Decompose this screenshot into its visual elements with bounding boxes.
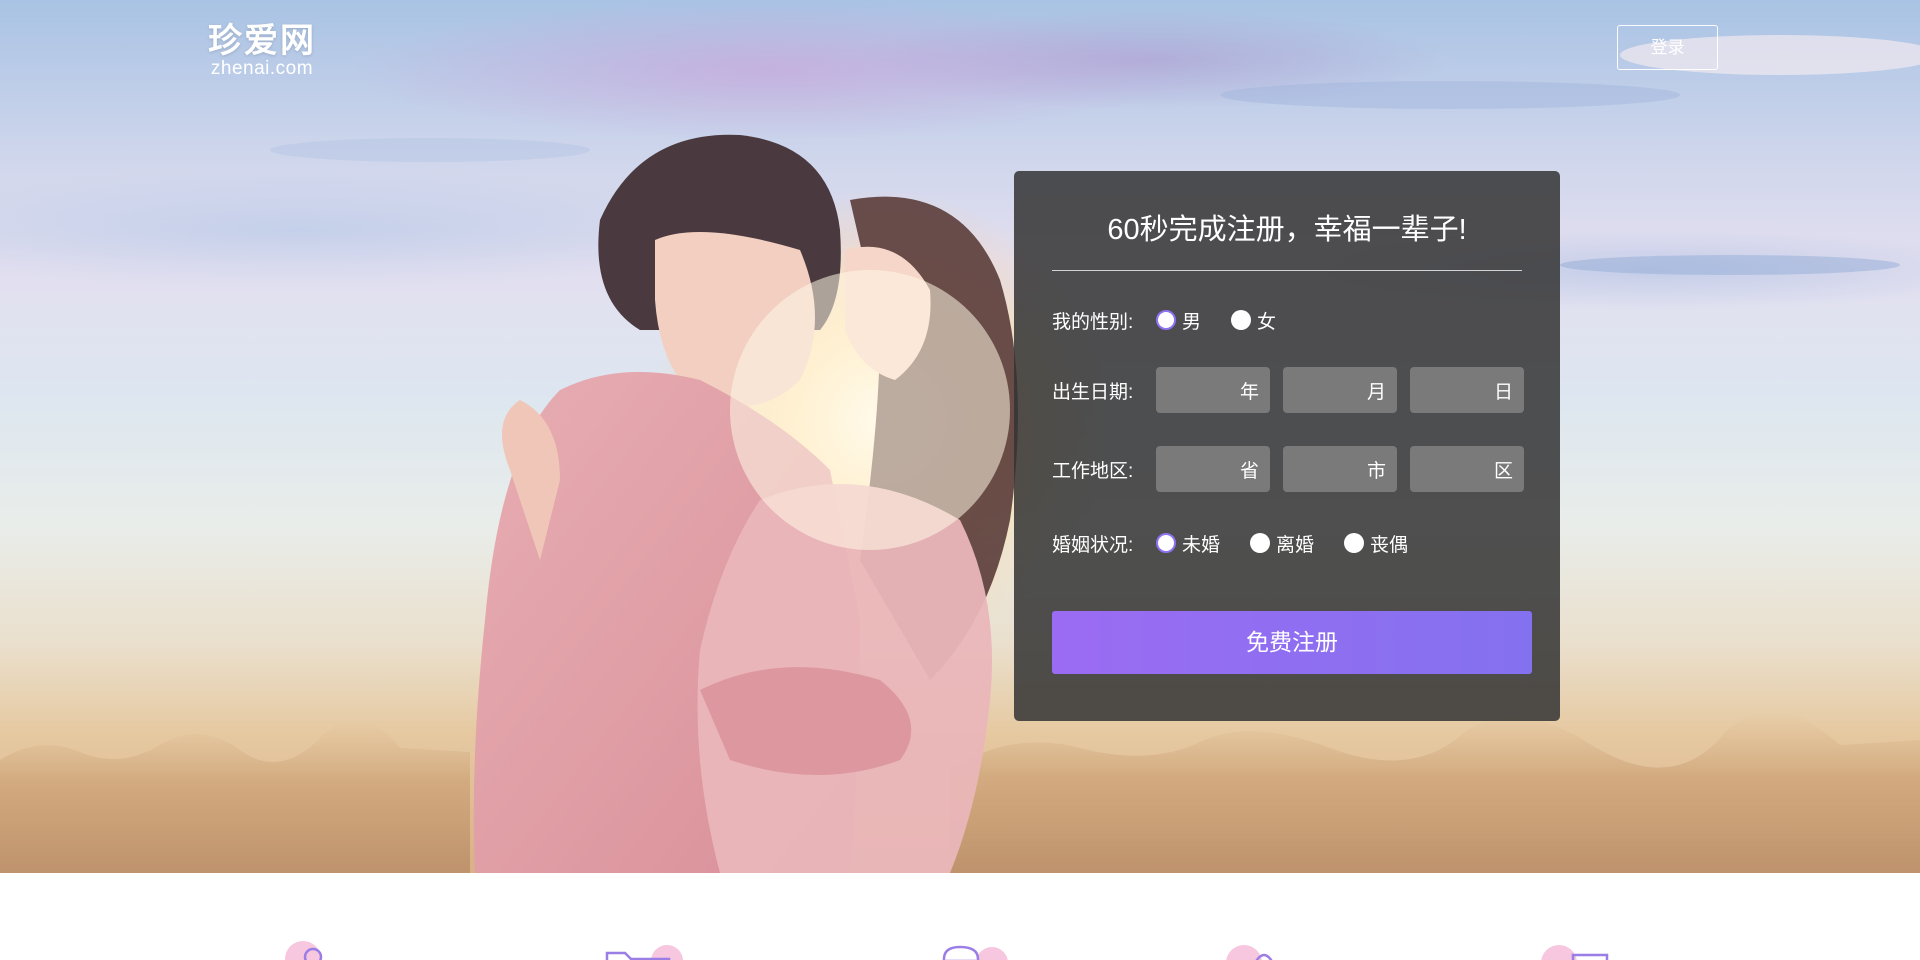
lotus-icon — [1226, 945, 1273, 960]
document-icon — [1541, 945, 1609, 960]
gender-row: 我的性别: 男 女 — [1052, 297, 1306, 343]
hero-couple-photo — [0, 35, 1920, 873]
district-select[interactable]: 区 — [1410, 446, 1524, 492]
radio-checked-icon[interactable] — [1156, 310, 1176, 330]
hero-banner: 珍爱网 zhenai.com 登录 60秒完成注册，幸福一辈子! 我的性别: 男… — [0, 0, 1920, 873]
marital-option-widowed[interactable]: 丧偶 — [1344, 530, 1408, 557]
registration-panel: 60秒完成注册，幸福一辈子! 我的性别: 男 女 出生日期: 年 月 日 工作地… — [1014, 171, 1560, 721]
marital-option-single[interactable]: 未婚 — [1156, 530, 1220, 557]
login-button[interactable]: 登录 — [1617, 25, 1718, 70]
gender-option-male[interactable]: 男 — [1156, 307, 1201, 334]
birth-year-select[interactable]: 年 — [1156, 367, 1270, 413]
radio-unchecked-icon[interactable] — [1344, 533, 1365, 553]
logo-chinese-name: 珍爱网 — [208, 21, 316, 61]
marital-status-row: 婚姻状况: 未婚 离婚 丧偶 — [1052, 520, 1438, 566]
title-divider — [1052, 270, 1522, 271]
gender-option-label: 男 — [1182, 311, 1202, 333]
radio-checked-icon[interactable] — [1156, 533, 1176, 553]
marital-status-label: 婚姻状况: — [1052, 534, 1134, 556]
marital-option-divorced[interactable]: 离婚 — [1250, 530, 1314, 557]
city-select[interactable]: 市 — [1283, 446, 1397, 492]
gender-option-label: 女 — [1257, 311, 1277, 333]
logo-domain: zhenai.com — [210, 58, 314, 79]
birth-month-select[interactable]: 月 — [1283, 367, 1397, 413]
birth-date-row: 出生日期: 年 月 日 — [1052, 367, 1524, 413]
user-icon — [285, 941, 323, 960]
work-area-row: 工作地区: 省 市 区 — [1052, 446, 1524, 492]
folder-icon — [605, 945, 683, 960]
features-strip — [0, 873, 1920, 960]
marital-option-label: 离婚 — [1276, 534, 1315, 556]
birth-date-label: 出生日期: — [1052, 381, 1134, 403]
province-select[interactable]: 省 — [1156, 446, 1270, 492]
radio-unchecked-icon[interactable] — [1231, 310, 1252, 330]
registration-title: 60秒完成注册，幸福一辈子! — [1107, 214, 1467, 246]
brand-logo[interactable]: 珍爱网 zhenai.com — [202, 22, 322, 78]
person-shield-icon — [942, 945, 1008, 960]
gender-label: 我的性别: — [1052, 311, 1134, 333]
radio-unchecked-icon[interactable] — [1250, 533, 1271, 553]
free-register-button[interactable]: 免费注册 — [1052, 611, 1532, 674]
birth-day-select[interactable]: 日 — [1410, 367, 1524, 413]
gender-option-female[interactable]: 女 — [1231, 307, 1276, 334]
work-area-label: 工作地区: — [1052, 460, 1134, 482]
marital-option-label: 未婚 — [1182, 534, 1221, 556]
marital-option-label: 丧偶 — [1370, 534, 1409, 556]
